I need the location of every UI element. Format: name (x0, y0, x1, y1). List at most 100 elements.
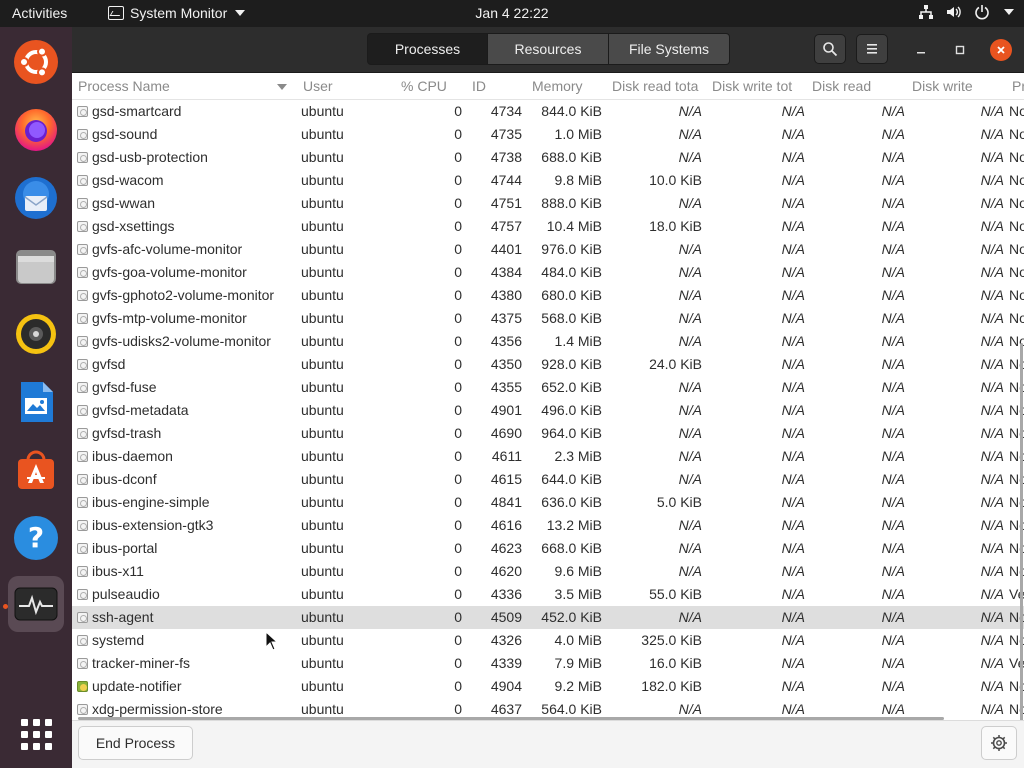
column-priority[interactable]: Pr (1012, 78, 1024, 94)
dock-thunderbird[interactable] (8, 170, 64, 226)
cell-id: 4744 (490, 172, 522, 188)
dock-show-apps[interactable] (8, 706, 64, 762)
table-row[interactable]: gsd-smartcard ubuntu 0 4734 844.0 KiB N/A N/A N… (72, 100, 1024, 123)
system-monitor-window: Processes Resources File Systems Process… (72, 27, 1024, 768)
cell-memory: 484.0 KiB (541, 264, 602, 280)
end-process-button[interactable]: End Process (78, 726, 193, 760)
menu-button[interactable] (856, 34, 888, 64)
activities-button[interactable]: Activities (12, 5, 67, 21)
tab-resources[interactable]: Resources (488, 33, 609, 65)
cell-priority: No (1009, 287, 1024, 303)
sort-descending-icon (277, 84, 287, 90)
table-row[interactable]: gvfs-mtp-volume-monitor ubuntu 0 4375 568.0 … (72, 307, 1024, 330)
cell-name: ibus-x11 (92, 563, 144, 579)
dock-ubuntu[interactable] (8, 34, 64, 90)
process-options-button[interactable] (981, 726, 1017, 760)
table-row[interactable]: gsd-xsettings ubuntu 0 4757 10.4 MiB 18.0 KiB… (72, 215, 1024, 238)
maximize-icon (955, 45, 965, 55)
table-row[interactable]: gvfs-goa-volume-monitor ubuntu 0 4384 484.0 … (72, 261, 1024, 284)
cell-user: ubuntu (301, 701, 344, 717)
table-row[interactable]: gvfsd-trash ubuntu 0 4690 964.0 KiB N/A N/A N/A… (72, 422, 1024, 445)
cell-cpu: 0 (454, 609, 462, 625)
dock-software[interactable] (8, 442, 64, 498)
table-row[interactable]: ibus-engine-simple ubuntu 0 4841 636.0 KiB 5.… (72, 491, 1024, 514)
cell-user: ubuntu (301, 586, 344, 602)
clock[interactable]: Jan 4 22:22 (475, 5, 548, 21)
dock-writer[interactable] (8, 374, 64, 430)
column-disk-write-total[interactable]: Disk write tot (712, 78, 806, 94)
cell-cpu: 0 (454, 172, 462, 188)
table-row[interactable]: pulseaudio ubuntu 0 4336 3.5 MiB 55.0 KiB N/A N… (72, 583, 1024, 606)
table-row[interactable]: gvfs-gphoto2-volume-monitor ubuntu 0 4380 68… (72, 284, 1024, 307)
cell-read-total: N/A (678, 701, 702, 717)
column-disk-write[interactable]: Disk write (912, 78, 973, 94)
close-button[interactable] (990, 39, 1012, 61)
cell-memory: 1.0 MiB (554, 126, 602, 142)
maximize-button[interactable] (949, 39, 971, 61)
table-row[interactable]: gsd-wacom ubuntu 0 4744 9.8 MiB 10.0 KiB N/A N/… (72, 169, 1024, 192)
cell-read: N/A (881, 678, 905, 694)
cell-write-total: N/A (781, 471, 805, 487)
cell-user: ubuntu (301, 678, 344, 694)
cell-user: ubuntu (301, 471, 344, 487)
cell-memory: 644.0 KiB (541, 471, 602, 487)
vertical-scrollbar[interactable] (1020, 343, 1023, 720)
tab-processes[interactable]: Processes (367, 33, 488, 65)
column-process-name[interactable]: Process Name (78, 78, 170, 94)
cell-id: 4355 (490, 379, 522, 395)
tab-file-systems[interactable]: File Systems (609, 33, 730, 65)
dock-rhythmbox[interactable] (8, 306, 64, 362)
cell-read: N/A (881, 218, 905, 234)
cell-read-total: N/A (678, 609, 702, 625)
process-icon (77, 658, 88, 669)
table-row[interactable]: gvfsd ubuntu 0 4350 928.0 KiB 24.0 KiB N/A N/A N… (72, 353, 1024, 376)
process-icon (77, 175, 88, 186)
dock-files[interactable] (8, 238, 64, 294)
table-row[interactable]: tracker-miner-fs ubuntu 0 4339 7.9 MiB 16.0 K… (72, 652, 1024, 675)
cell-user: ubuntu (301, 126, 344, 142)
app-menu[interactable]: System Monitor (108, 5, 246, 21)
process-icon (77, 497, 88, 508)
cell-read: N/A (881, 287, 905, 303)
table-row[interactable]: gvfs-udisks2-volume-monitor ubuntu 0 4356 1.… (72, 330, 1024, 353)
table-row[interactable]: gvfsd-fuse ubuntu 0 4355 652.0 KiB N/A N/A N/A N… (72, 376, 1024, 399)
table-row[interactable]: gvfsd-metadata ubuntu 0 4901 496.0 KiB N/A N/A… (72, 399, 1024, 422)
cell-name: xdg-permission-store (92, 701, 223, 717)
table-row[interactable]: gvfs-afc-volume-monitor ubuntu 0 4401 976.0 … (72, 238, 1024, 261)
column-disk-read-total[interactable]: Disk read tota (612, 78, 706, 94)
table-row[interactable]: update-notifier ubuntu 0 4904 9.2 MiB 182.0 K… (72, 675, 1024, 698)
table-row[interactable]: ibus-portal ubuntu 0 4623 668.0 KiB N/A N/A N/A… (72, 537, 1024, 560)
process-icon (77, 382, 88, 393)
cell-memory: 636.0 KiB (541, 494, 602, 510)
table-row[interactable]: ibus-daemon ubuntu 0 4611 2.3 MiB N/A N/A N/A N/… (72, 445, 1024, 468)
column-cpu[interactable]: % CPU (401, 78, 447, 94)
cell-priority: No (1009, 172, 1024, 188)
search-button[interactable] (814, 34, 846, 64)
dock-help[interactable]: ? (8, 510, 64, 566)
cell-memory: 496.0 KiB (541, 402, 602, 418)
table-row[interactable]: gsd-usb-protection ubuntu 0 4738 688.0 KiB N/… (72, 146, 1024, 169)
table-row[interactable]: ibus-x11ubuntu046209.6 MiBN/AN/AN/AN/ANo (72, 560, 1024, 583)
column-disk-read[interactable]: Disk read (812, 78, 871, 94)
cell-id: 4326 (490, 632, 522, 648)
column-id[interactable]: ID (472, 78, 486, 94)
cell-priority: No (1009, 218, 1024, 234)
table-row[interactable]: gsd-sound ubuntu 0 4735 1.0 MiB N/A N/A N/A N/A N… (72, 123, 1024, 146)
cell-read: N/A (881, 126, 905, 142)
cell-write-total: N/A (781, 586, 805, 602)
dock-system-monitor[interactable] (8, 576, 64, 632)
column-user[interactable]: User (303, 78, 333, 94)
table-body: gsd-smartcard ubuntu 0 4734 844.0 KiB N/A N/A N… (72, 100, 1024, 720)
cell-user: ubuntu (301, 540, 344, 556)
table-row[interactable]: ssh-agent ubuntu 0 4509 452.0 KiB N/A N/A N/A N/… (72, 606, 1024, 629)
table-row[interactable]: ibus-extension-gtk3 ubuntu 0 4616 13.2 MiB N/… (72, 514, 1024, 537)
system-tray[interactable] (918, 4, 1014, 20)
cell-write: N/A (980, 264, 1004, 280)
table-row[interactable]: gsd-wwan ubuntu 0 4751 888.0 KiB N/A N/A N/A N/A… (72, 192, 1024, 215)
table-row[interactable]: ibus-dconf ubuntu 0 4615 644.0 KiB N/A N/A N/A N… (72, 468, 1024, 491)
table-row[interactable]: systemd ubuntu 0 4326 4.0 MiB 325.0 KiB N/A N/A… (72, 629, 1024, 652)
cell-name: gvfsd-trash (92, 425, 162, 441)
dock-firefox[interactable] (8, 102, 64, 158)
column-memory[interactable]: Memory (532, 78, 583, 94)
minimize-button[interactable] (910, 39, 932, 61)
